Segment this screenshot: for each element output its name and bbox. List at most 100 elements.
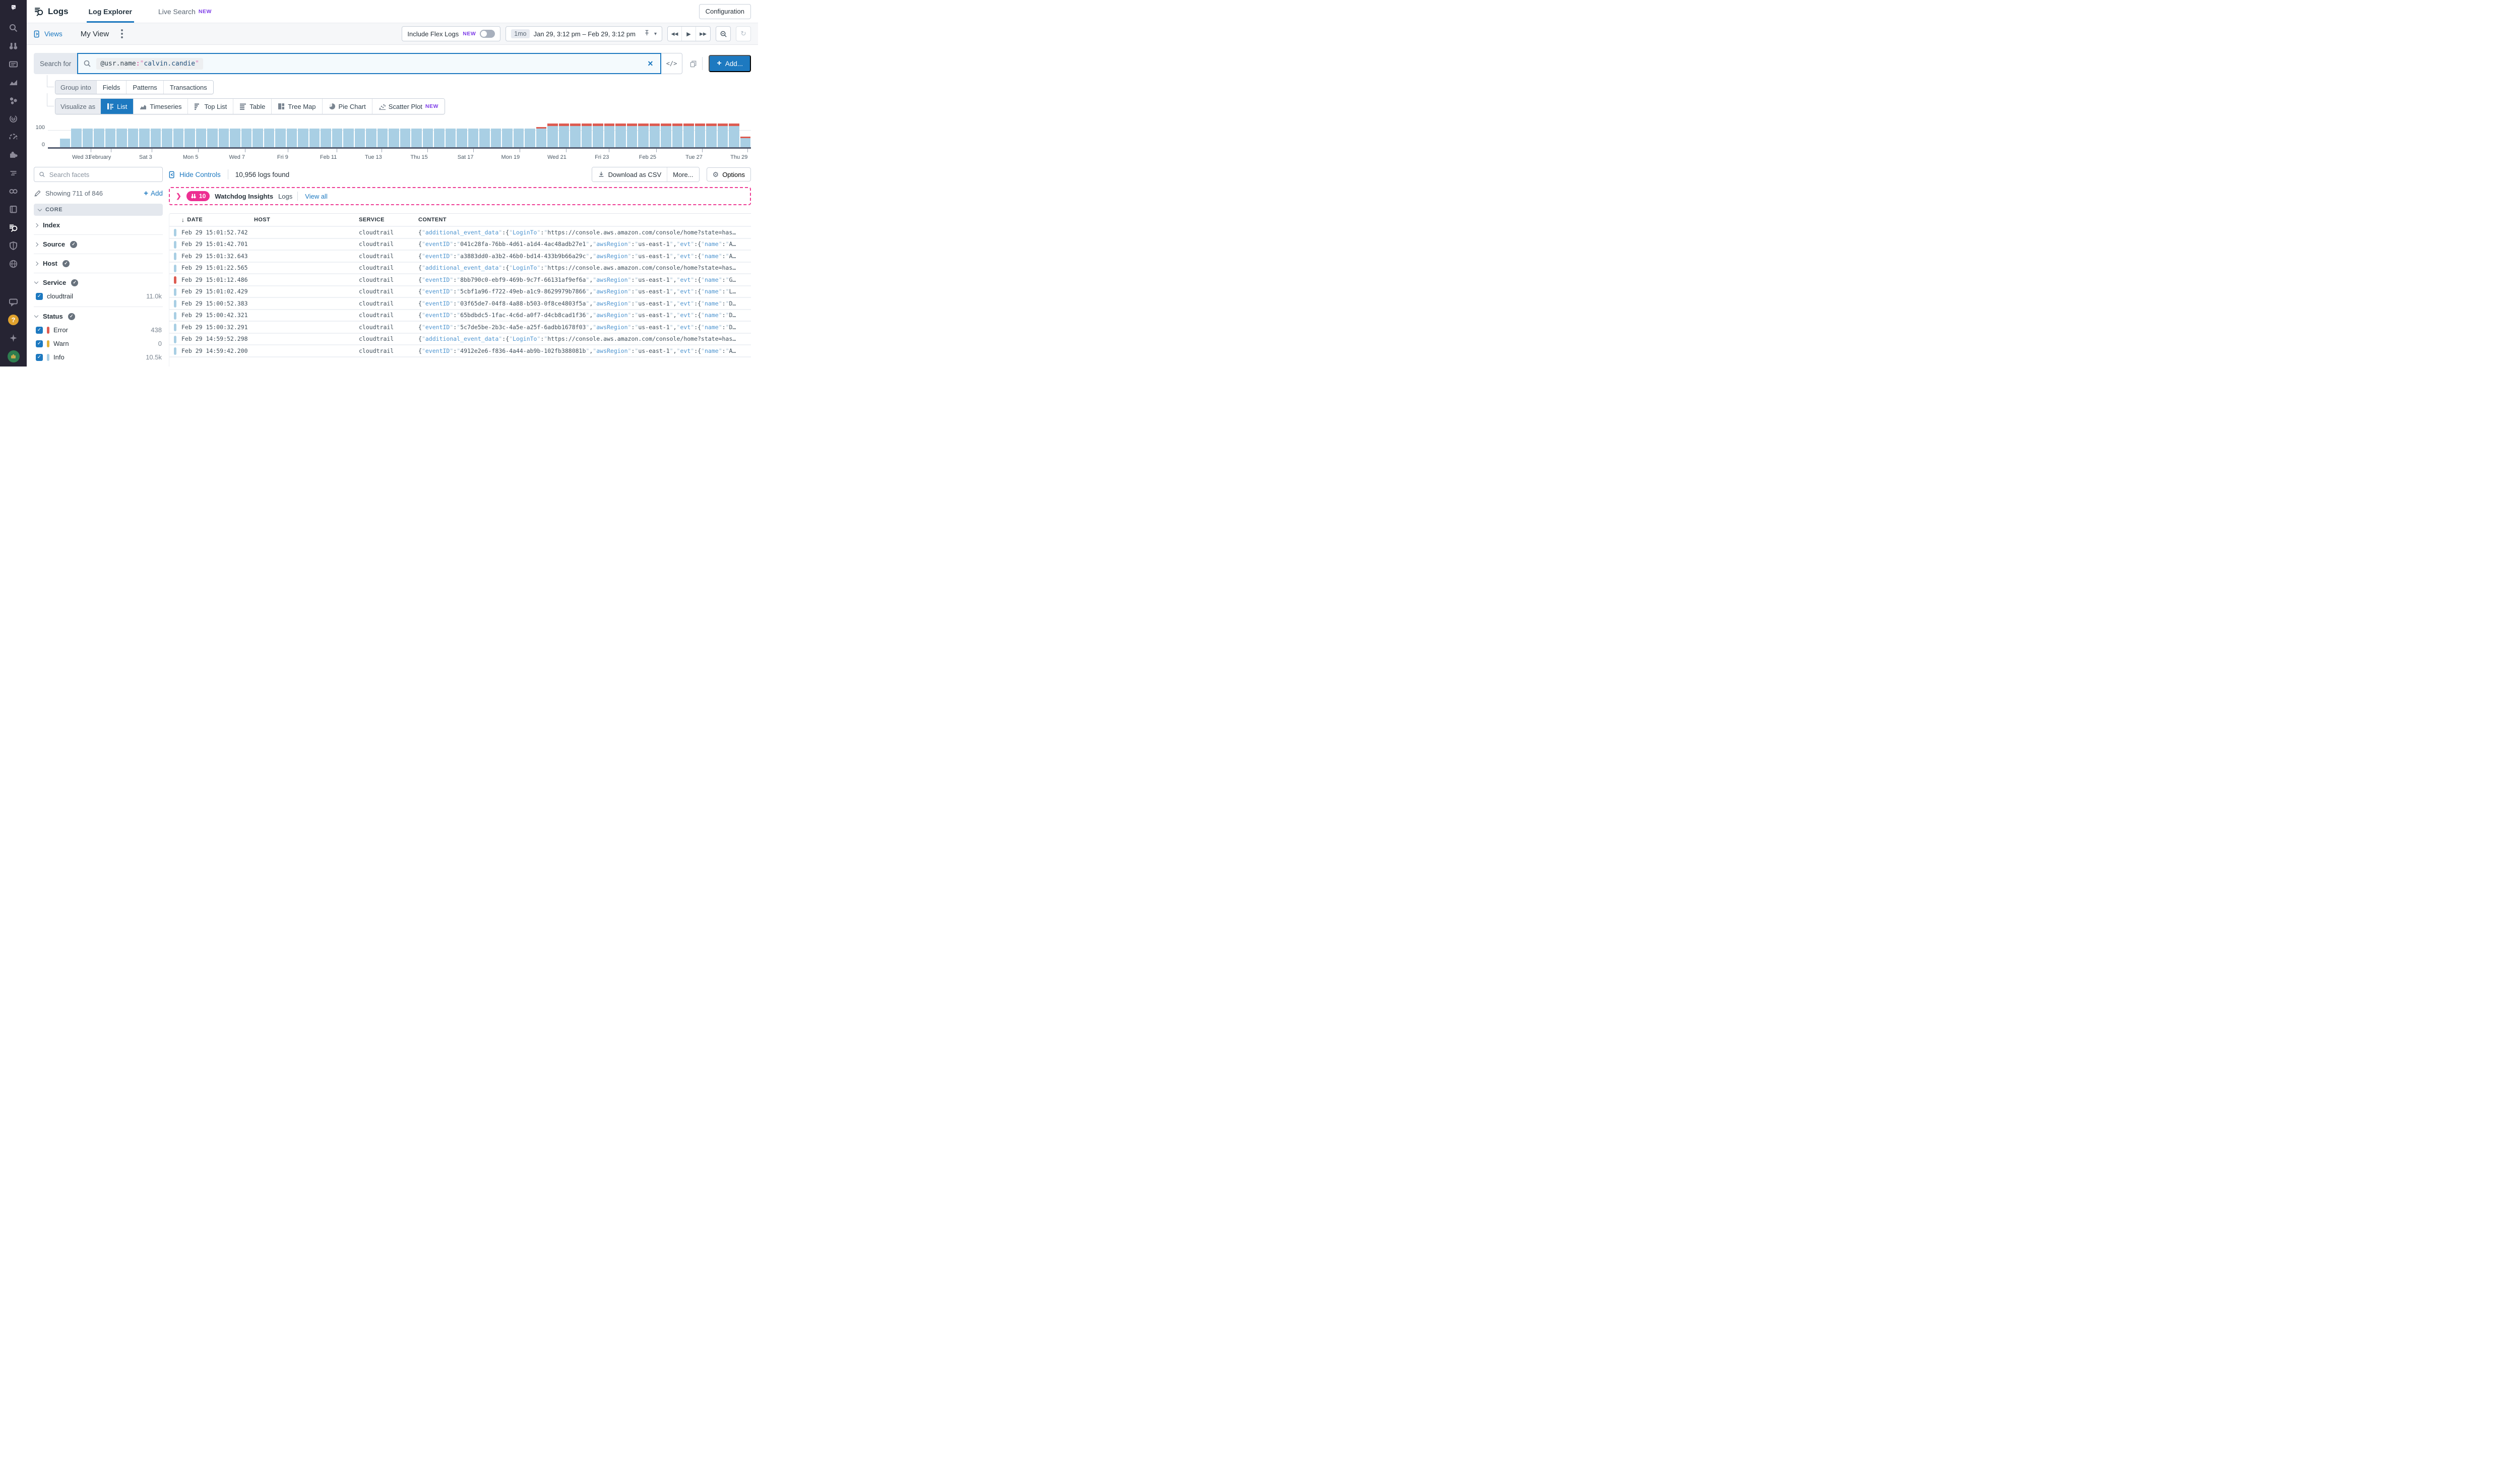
expand-chevron-icon[interactable]: ❯ [176, 192, 181, 200]
table-row[interactable]: Feb 29 15:00:32.291cloudtrail{"eventID":… [169, 322, 751, 334]
table-row[interactable]: Feb 29 15:00:42.321cloudtrail{"eventID":… [169, 310, 751, 322]
chart-bar-1[interactable] [59, 139, 71, 147]
chart-bar-42[interactable] [524, 129, 536, 147]
more-button[interactable]: More... [667, 167, 699, 181]
rail-icon-network[interactable] [8, 258, 19, 269]
visualize-option-scatter-plot[interactable]: Scatter PlotNEW [372, 99, 445, 114]
chart-bar-53[interactable] [649, 124, 661, 148]
hide-controls-button[interactable]: Hide Controls [169, 171, 221, 178]
code-view-toggle[interactable]: </> [661, 53, 683, 74]
table-row[interactable]: Feb 29 15:01:02.429cloudtrail{"eventID":… [169, 286, 751, 298]
rail-icon-chat[interactable] [8, 296, 19, 308]
query-token[interactable]: @usr.name:"calvin.candie" [96, 58, 203, 70]
chart-bar-43[interactable] [536, 127, 547, 147]
chart-bar-57[interactable] [695, 124, 706, 148]
rail-icon-apm-traces[interactable] [8, 113, 19, 124]
rail-icon-watchdog[interactable] [8, 40, 19, 51]
views-button[interactable]: Views [34, 30, 62, 38]
pin-icon[interactable] [644, 30, 650, 38]
chart-bar-28[interactable] [365, 129, 377, 147]
facet-header-status[interactable]: Status✓ [35, 313, 162, 320]
visualize-option-top-list[interactable]: Top List [187, 99, 233, 114]
time-forward-button[interactable]: ▶▶ [696, 27, 710, 41]
group-into-option-fields[interactable]: Fields [96, 81, 127, 94]
rail-icon-service-links[interactable] [8, 186, 19, 197]
view-menu-kebab-icon[interactable] [121, 33, 123, 35]
chart-bar-10[interactable] [161, 129, 173, 147]
rail-icon-logs[interactable] [8, 222, 19, 233]
chart-bar-38[interactable] [479, 129, 490, 147]
chart-bar-13[interactable] [196, 129, 207, 147]
rail-icon-notebooks[interactable] [8, 204, 19, 215]
search-input[interactable]: @usr.name:"calvin.candie" × [77, 53, 661, 74]
chart-bar-7[interactable] [128, 129, 139, 147]
chart-bar-50[interactable] [615, 124, 626, 148]
chart-bar-36[interactable] [456, 129, 468, 147]
chart-bar-48[interactable] [592, 124, 604, 148]
facet-search-input[interactable] [49, 171, 158, 178]
chart-bar-15[interactable] [218, 129, 230, 147]
add-facet-button[interactable]: +Add [144, 189, 163, 198]
chart-bar-54[interactable] [660, 124, 672, 148]
refresh-button[interactable]: ↻ [736, 26, 751, 41]
table-row[interactable]: Feb 29 15:01:52.742cloudtrail{"additiona… [169, 227, 751, 239]
rail-icon-integrations[interactable] [8, 149, 19, 160]
chart-bar-26[interactable] [343, 129, 354, 147]
table-row[interactable]: Feb 29 15:01:32.643cloudtrail{"eventID":… [169, 251, 751, 263]
column-header-host[interactable]: HOST [254, 217, 359, 223]
chart-bar-16[interactable] [229, 129, 241, 147]
facet-value-info[interactable]: ✓Info10.5k [36, 353, 162, 361]
chevron-down-icon[interactable]: ▾ [654, 31, 657, 37]
chart-bar-52[interactable] [638, 124, 649, 148]
table-row[interactable]: Feb 29 15:00:52.383cloudtrail{"eventID":… [169, 298, 751, 310]
chart-bar-39[interactable] [490, 129, 502, 147]
checkbox-checked-icon[interactable]: ✓ [36, 293, 43, 300]
table-row[interactable]: Feb 29 15:01:12.486cloudtrail{"eventID":… [169, 274, 751, 286]
chart-bar-55[interactable] [672, 124, 683, 148]
chart-bar-60[interactable] [728, 124, 740, 148]
chart-bar-25[interactable] [332, 129, 343, 147]
edit-pencil-icon[interactable] [34, 190, 41, 197]
facet-search-box[interactable] [34, 167, 163, 182]
chart-bar-37[interactable] [468, 129, 479, 147]
options-button[interactable]: ⚙ Options [707, 167, 751, 181]
watchdog-insights-banner[interactable]: ❯ 10 Watchdog Insights Logs View all [169, 187, 751, 205]
chart-bar-19[interactable] [264, 129, 275, 147]
table-row[interactable]: Feb 29 14:59:52.298cloudtrail{"additiona… [169, 334, 751, 346]
datadog-logo[interactable] [5, 4, 22, 11]
column-header-service[interactable]: SERVICE [359, 217, 418, 223]
table-row[interactable]: Feb 29 14:59:42.200cloudtrail{"eventID":… [169, 345, 751, 357]
chart-bar-11[interactable] [173, 129, 184, 147]
table-row[interactable]: Feb 29 15:01:22.565cloudtrail{"additiona… [169, 263, 751, 275]
facet-header-index[interactable]: Index [35, 221, 162, 229]
clear-query-icon[interactable]: × [646, 58, 655, 69]
facet-header-host[interactable]: Host✓ [35, 260, 162, 267]
download-csv-button[interactable]: Download as CSV [592, 167, 667, 181]
include-flex-logs-toggle-row[interactable]: Include Flex Logs NEW [402, 26, 500, 41]
rail-icon-search[interactable] [8, 22, 19, 33]
rail-icon-dashboards[interactable] [8, 131, 19, 142]
facet-value-cloudtrail[interactable]: ✓cloudtrail11.0k [36, 292, 162, 300]
chart-bar-17[interactable] [241, 129, 253, 147]
chart-bar-12[interactable] [184, 129, 196, 147]
chart-bar-22[interactable] [297, 129, 309, 147]
chart-bar-59[interactable] [717, 124, 729, 148]
chart-bar-31[interactable] [400, 129, 411, 147]
visualize-option-tree-map[interactable]: Tree Map [271, 99, 322, 114]
configuration-button[interactable]: Configuration [699, 4, 751, 19]
rail-icon-log-stream[interactable] [8, 167, 19, 178]
tab-live-search[interactable]: Live Search NEW [156, 0, 214, 23]
chart-bar-61[interactable] [740, 137, 751, 147]
chart-bar-35[interactable] [445, 129, 457, 147]
chart-bar-40[interactable] [501, 129, 513, 147]
time-range-picker[interactable]: 1mo Jan 29, 3:12 pm – Feb 29, 3:12 pm ▾ [506, 26, 662, 41]
chart-bar-32[interactable] [411, 129, 422, 147]
tab-log-explorer[interactable]: Log Explorer [87, 0, 134, 23]
chart-bar-4[interactable] [93, 129, 105, 147]
chart-bar-3[interactable] [82, 129, 94, 147]
column-header-date[interactable]: ↓ DATE [169, 216, 254, 223]
chart-bar-56[interactable] [683, 124, 695, 148]
chart-bar-41[interactable] [513, 129, 525, 147]
checkbox-checked-icon[interactable]: ✓ [36, 354, 43, 361]
rail-icon-infrastructure[interactable] [8, 58, 19, 70]
